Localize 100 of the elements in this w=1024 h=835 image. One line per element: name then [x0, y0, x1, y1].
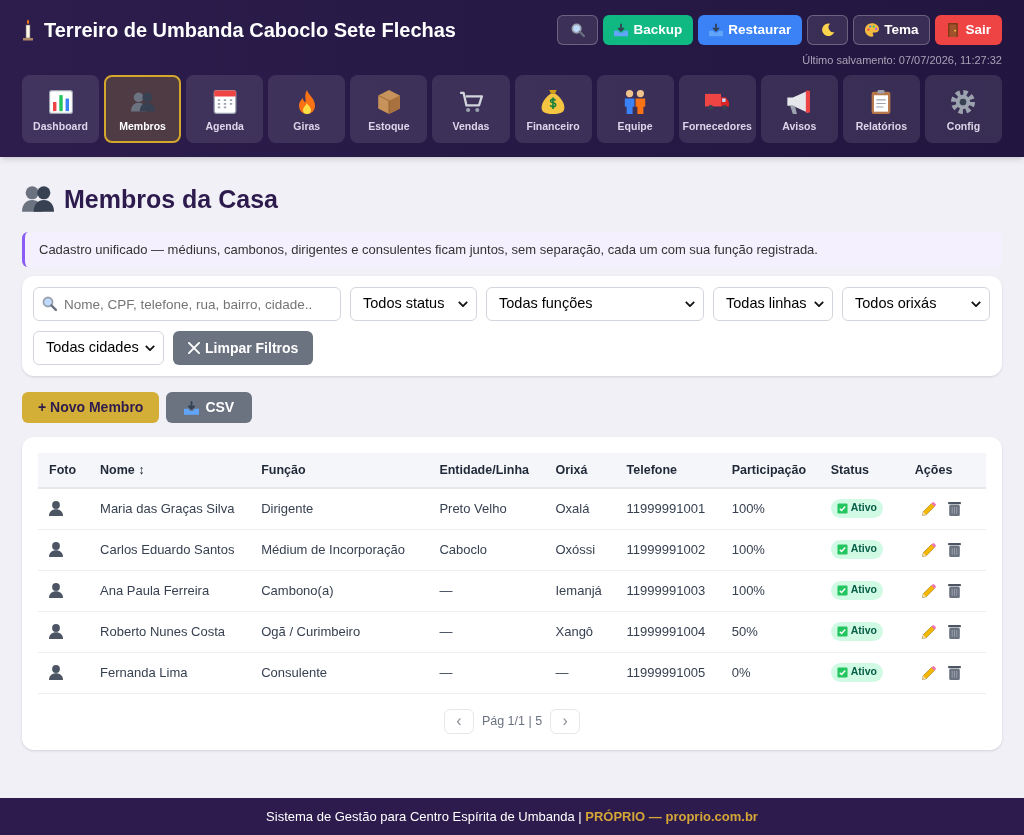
- person-icon: [49, 665, 63, 680]
- status-dropdown[interactable]: Todos status: [350, 287, 477, 321]
- chevron-down-icon: [971, 301, 981, 307]
- status-text: Ativo: [850, 664, 877, 680]
- info-notice: Cadastro unificado — médiuns, cambonos, dirigentes e consulentes ficam juntos, sem separação, cada um com sua função registrada.: [22, 232, 1002, 267]
- table-cell: Cambono(a): [250, 570, 429, 611]
- function-dropdown[interactable]: Todas funções: [486, 287, 704, 321]
- table-cell: —: [428, 652, 545, 693]
- table-cell: 11999991004: [615, 611, 721, 652]
- trash-icon[interactable]: [947, 542, 961, 557]
- people-icon: [22, 186, 54, 212]
- table-cell: Carlos Eduardo Santos: [89, 529, 251, 570]
- table-cell: —: [428, 570, 545, 611]
- box-icon: [376, 90, 401, 114]
- page-info: Pág 1/1 | 5: [481, 712, 543, 730]
- nav-tab[interactable]: Config: [924, 75, 1002, 143]
- table-cell: Xangô: [544, 611, 616, 652]
- search-field[interactable]: Nome, CPF, telefone, rua, bairro, cidade..: [33, 287, 341, 321]
- checkbox-icon: [836, 584, 848, 596]
- new-member-button[interactable]: + Novo Membro: [22, 392, 160, 423]
- theme-button[interactable]: Tema: [853, 15, 931, 45]
- checkbox-icon: [836, 543, 848, 555]
- nav-tab[interactable]: Equipe: [596, 75, 674, 143]
- nav-tab[interactable]: Membros: [104, 75, 182, 143]
- column-header: Orixá: [544, 453, 616, 488]
- table-cell: Preto Velho: [428, 488, 545, 529]
- pencil-icon[interactable]: [921, 665, 936, 680]
- moon-icon: [820, 23, 835, 37]
- search-button[interactable]: [557, 15, 599, 45]
- column-header: Foto: [38, 453, 90, 488]
- status-text: Ativo: [850, 541, 877, 557]
- trash-icon[interactable]: [947, 624, 961, 639]
- table-cell: Fernanda Lima: [89, 652, 251, 693]
- table-cell: 11999991005: [615, 652, 721, 693]
- page-title: Membros da Casa: [64, 184, 278, 215]
- table-cell: Oxalá: [544, 488, 616, 529]
- palette-icon: [865, 23, 880, 37]
- trash-icon[interactable]: [947, 665, 961, 680]
- logout-button[interactable]: Sair: [935, 15, 1002, 45]
- status-text: Ativo: [850, 582, 877, 598]
- megaphone-icon: [787, 90, 812, 114]
- column-header: Telefone: [615, 453, 721, 488]
- column-header: Status: [819, 453, 904, 488]
- nav-tab[interactable]: Financeiro: [514, 75, 592, 143]
- people-icon: [130, 90, 155, 114]
- table-cell: Ana Paula Ferreira: [89, 570, 251, 611]
- table-cell: Oxóssi: [544, 529, 616, 570]
- table-cell: Iemanjá: [544, 570, 616, 611]
- restore-button[interactable]: Restaurar: [698, 15, 803, 45]
- column-header: Participação: [720, 453, 820, 488]
- nav-tab[interactable]: Dashboard: [22, 75, 100, 143]
- column-header: Ações: [903, 453, 986, 488]
- trash-icon[interactable]: [947, 501, 961, 516]
- person-icon: [49, 501, 63, 517]
- column-header: Entidade/Linha: [428, 453, 545, 488]
- table-cell: Ogã / Curimbeiro: [250, 611, 429, 652]
- table-cell: 100%: [720, 488, 820, 529]
- pencil-icon[interactable]: [921, 542, 936, 557]
- table-cell: 0%: [720, 652, 820, 693]
- table-cell: Consulente: [250, 652, 429, 693]
- dark-mode-button[interactable]: [807, 15, 849, 45]
- person-icon: [49, 542, 63, 557]
- footer-text: Sistema de Gestão para Centro Espírita de Umbanda | PRÓPRIO — proprio.com.br: [266, 807, 758, 826]
- nav-tab[interactable]: Estoque: [350, 75, 428, 143]
- pencil-icon[interactable]: [921, 501, 936, 516]
- pencil-icon[interactable]: [921, 583, 936, 598]
- nav-tab[interactable]: Fornecedores: [678, 75, 756, 143]
- csv-export-button[interactable]: CSV: [166, 392, 253, 423]
- table-cell: —: [544, 652, 616, 693]
- app-title: Terreiro de Umbanda Caboclo Sete Flechas: [44, 18, 456, 43]
- nav-tab[interactable]: Relatórios: [842, 75, 920, 143]
- checkbox-icon: [836, 666, 848, 678]
- chevron-down-icon: [685, 301, 695, 307]
- table-cell: 11999991002: [615, 529, 721, 570]
- money-bag-icon: [541, 90, 566, 114]
- table-cell: 11999991001: [615, 488, 721, 529]
- checkbox-icon: [836, 502, 848, 514]
- table-cell: 100%: [720, 529, 820, 570]
- nav-tab[interactable]: Agenda: [186, 75, 264, 143]
- table-cell: Caboclo: [428, 529, 545, 570]
- chevron-down-icon: [145, 345, 155, 351]
- orixa-dropdown[interactable]: Todos orixás: [842, 287, 990, 321]
- clear-filters-button[interactable]: Limpar Filtros: [173, 331, 314, 365]
- table-cell: 50%: [720, 611, 820, 652]
- pencil-icon[interactable]: [921, 624, 936, 639]
- table-cell: 11999991003: [615, 570, 721, 611]
- search-icon: [570, 23, 585, 37]
- close-icon: [188, 342, 200, 354]
- nav-tab[interactable]: Avisos: [760, 75, 838, 143]
- status-text: Ativo: [850, 500, 877, 516]
- city-dropdown[interactable]: Todas cidades: [33, 331, 164, 365]
- last-saved-text: Último salvamento: 07/07/2026, 11:27:32: [802, 53, 1002, 67]
- nav-tab[interactable]: Giras: [268, 75, 346, 143]
- checkbox-icon: [836, 625, 848, 637]
- status-text: Ativo: [850, 623, 877, 639]
- line-dropdown[interactable]: Todas linhas: [713, 287, 833, 321]
- table-cell: —: [428, 611, 545, 652]
- trash-icon[interactable]: [947, 583, 961, 598]
- chevron-down-icon: [814, 301, 824, 307]
- nav-tab[interactable]: Vendas: [432, 75, 510, 143]
